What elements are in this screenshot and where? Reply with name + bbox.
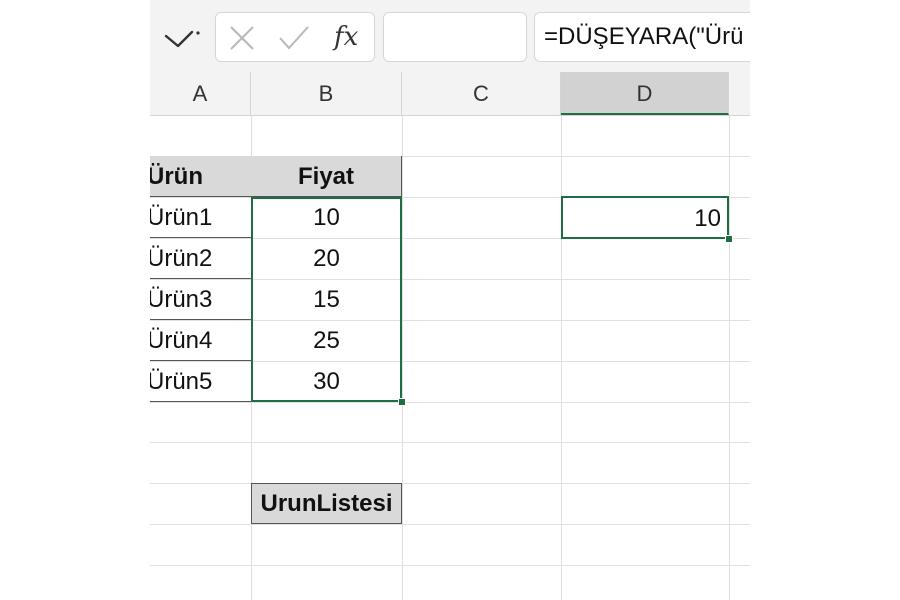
- gridline: [150, 565, 750, 566]
- formula-buttons: fx: [215, 12, 375, 62]
- gridline: [561, 116, 562, 600]
- gridline: [150, 402, 750, 403]
- column-headers: A B C D: [150, 72, 750, 116]
- cell-grid[interactable]: Ürün Fiyat Ürün1 Ürün2 Ürün3 Ürün4 Ürün5…: [150, 116, 750, 600]
- column-header-e[interactable]: [729, 72, 750, 115]
- cell-product[interactable]: Ürün4: [150, 320, 251, 361]
- formula-bar: fx =DÜŞEYARA("Ürü: [150, 0, 750, 72]
- cell-product[interactable]: Ürün3: [150, 279, 251, 320]
- spreadsheet-window: fx =DÜŞEYARA("Ürü A B C D Ürün Fiyat Ürü…: [0, 0, 900, 600]
- check-icon: [279, 26, 309, 50]
- name-box-dropdown[interactable]: [160, 26, 204, 52]
- active-cell-d4[interactable]: 10: [561, 196, 729, 239]
- cell-product[interactable]: Ürün2: [150, 238, 251, 279]
- fill-handle[interactable]: [398, 398, 406, 406]
- cell-product[interactable]: Ürün5: [150, 361, 251, 402]
- close-icon: [230, 26, 254, 50]
- range-selection: [251, 197, 402, 402]
- function-icon: fx: [334, 22, 359, 52]
- cell-a3-header[interactable]: Ürün: [150, 156, 251, 197]
- column-header-c[interactable]: C: [402, 72, 561, 115]
- named-range-label[interactable]: UrunListesi: [251, 483, 402, 524]
- column-header-d[interactable]: D: [561, 72, 729, 115]
- gridline: [150, 483, 750, 484]
- name-box[interactable]: [383, 12, 527, 62]
- gridline: [150, 524, 750, 525]
- column-header-a[interactable]: A: [150, 72, 251, 115]
- cancel-entry-button[interactable]: [228, 24, 256, 52]
- confirm-entry-button[interactable]: [278, 24, 310, 52]
- gridline: [402, 116, 403, 600]
- spreadsheet-viewport: fx =DÜŞEYARA("Ürü A B C D Ürün Fiyat Ürü…: [150, 0, 750, 600]
- gridline: [729, 116, 730, 600]
- formula-input[interactable]: =DÜŞEYARA("Ürü: [534, 12, 750, 62]
- fill-handle[interactable]: [725, 235, 733, 243]
- chevron-down-icon: [164, 30, 200, 48]
- insert-function-button[interactable]: fx: [334, 20, 358, 54]
- column-header-b[interactable]: B: [251, 72, 402, 115]
- cell-b3-header[interactable]: Fiyat: [251, 156, 402, 197]
- cell-product[interactable]: Ürün1: [150, 197, 251, 238]
- gridline: [150, 442, 750, 443]
